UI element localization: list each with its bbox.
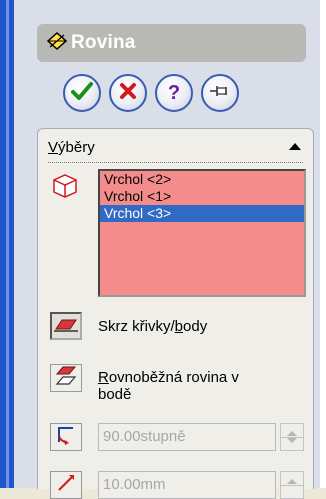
angle-icon [55, 424, 77, 451]
x-icon [119, 82, 137, 105]
spin-divider [281, 485, 303, 486]
distance-spinner[interactable] [280, 471, 304, 499]
vertex-cube-icon [52, 173, 78, 204]
angle-spinner[interactable] [280, 423, 304, 451]
selections-header-mnemonic: V [48, 139, 59, 156]
parallel-plane-at-point-label[interactable]: Rovnoběžná rovina v bodě [98, 369, 239, 403]
angle-button[interactable] [50, 423, 82, 451]
spin-up-icon[interactable] [287, 479, 297, 484]
through-curves-points-label[interactable]: Skrz křivky/body [98, 318, 207, 335]
list-item[interactable]: Vrchol <1> [100, 188, 304, 205]
through-curves-label-text: Skrz křivky/ [98, 318, 175, 335]
angle-input[interactable]: 90.00stupně [98, 423, 276, 451]
action-button-row: ? [0, 74, 326, 116]
list-item-selected[interactable]: Vrchol <3> [100, 205, 304, 222]
distance-icon [55, 472, 77, 499]
help-button[interactable]: ? [155, 74, 193, 112]
pushpin-icon [209, 84, 231, 103]
parallel-plane-at-point-button[interactable] [50, 364, 82, 392]
through-curves-points-button[interactable] [50, 312, 82, 340]
parallel-plane-label-line2: bodě [98, 386, 132, 403]
through-curves-label-end: ody [183, 318, 208, 335]
spin-down-icon[interactable] [287, 438, 297, 443]
selections-header-text: ýběry [58, 139, 95, 156]
spin-up-icon[interactable] [287, 431, 297, 436]
list-item[interactable]: Vrchol <2> [100, 171, 304, 188]
selections-header[interactable]: Výběry [48, 139, 95, 156]
selections-group: Výběry Vrchol <2> Vrchol <1> Vrchol <3> … [37, 128, 314, 499]
through-curves-mnemonic: b [174, 318, 184, 335]
cancel-button[interactable] [109, 74, 147, 112]
collapse-arrow-icon[interactable] [289, 143, 301, 150]
feature-title-bar: Rovina [37, 24, 306, 62]
selection-listbox[interactable]: Vrchol <2> Vrchol <1> Vrchol <3> [98, 169, 306, 297]
header-divider [48, 162, 303, 163]
ok-button[interactable] [63, 74, 101, 112]
pin-button[interactable] [201, 74, 239, 112]
parallel-plane-mnemonic: R [98, 369, 109, 386]
check-icon [71, 81, 93, 106]
distance-button[interactable] [50, 471, 82, 499]
parallel-plane-icon [54, 365, 78, 392]
distance-input[interactable]: 10.00mm [98, 471, 276, 499]
parallel-plane-label-line1: ovnoběžná rovina v [108, 369, 239, 386]
curve-points-icon [54, 316, 78, 337]
help-icon: ? [167, 81, 181, 104]
plane-icon [46, 31, 68, 56]
feature-title: Rovina [71, 32, 136, 53]
